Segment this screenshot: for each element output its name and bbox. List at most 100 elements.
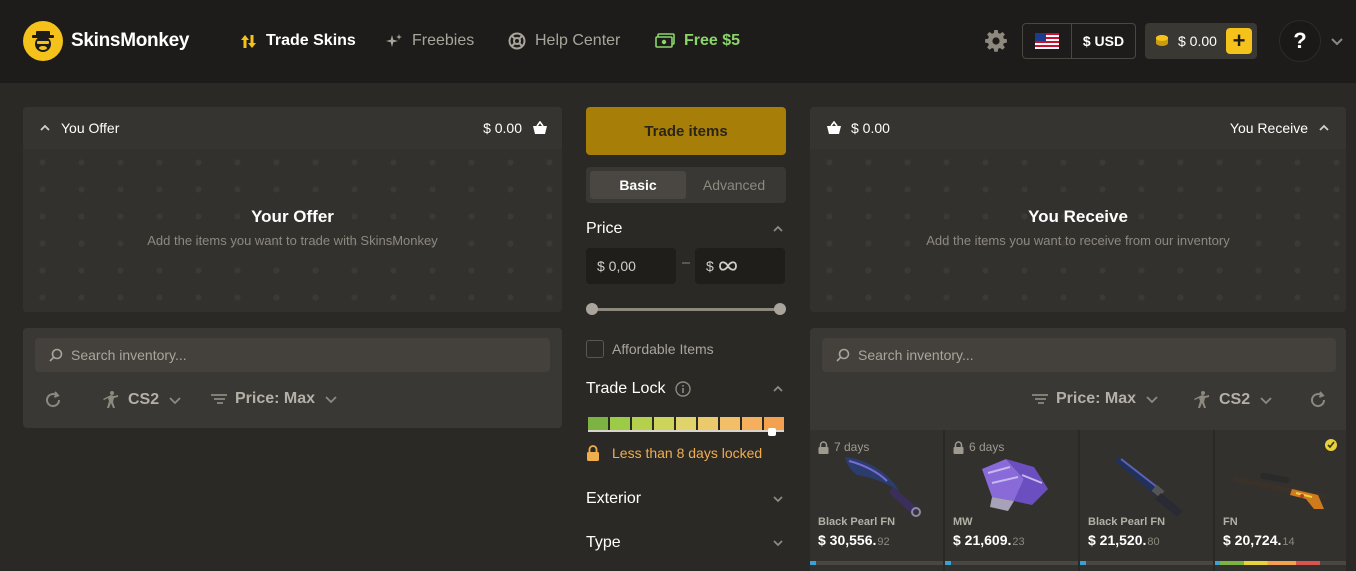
chevron-up-icon [773,225,783,232]
item-price-cents: 23 [1012,536,1025,548]
item-wear: MW [953,516,973,528]
help-button[interactable]: ? [1279,20,1321,62]
chevron-up-icon [773,385,783,392]
item-float-bar [1080,561,1213,565]
trade-lock-segment[interactable] [632,417,652,430]
cash-icon [655,33,675,48]
price-min-value: $ 0,00 [597,258,636,274]
price-section-title: Price [586,220,623,237]
item-price: $ 30,556.92 [818,532,890,548]
item-price-cents: 14 [1282,536,1295,548]
price-range-max-handle[interactable] [774,303,786,315]
nav-help-center[interactable]: Help Center [508,30,620,52]
item-wear: FN [1223,516,1238,528]
trade-lock-message: Less than 8 days locked [586,445,762,461]
item-price-cents: 92 [877,536,890,548]
brand-name: SkinsMonkey [71,30,190,51]
trade-lock-scale[interactable] [588,417,784,432]
trade-lock-message-text: Less than 8 days locked [612,445,763,461]
affordable-items-checkbox[interactable] [586,340,604,358]
trade-lock-handle[interactable] [768,428,776,436]
item-card[interactable]: 6 days MW $ 21,609.23 [945,430,1078,571]
trade-lock-segment[interactable] [654,417,674,430]
nav-freebies[interactable]: Freebies [386,30,474,52]
user-game-filter-label: CS2 [128,391,160,408]
info-icon[interactable] [675,381,692,397]
balance-widget[interactable]: $ 0.00 + [1145,23,1257,59]
item-float-bar [945,561,1078,565]
brand-logo[interactable]: SkinsMonkey [23,21,189,61]
filter-mode-toggle: Basic Advanced [586,167,786,203]
trade-lock-segment[interactable] [720,417,740,430]
type-section-header[interactable]: Type [586,534,786,552]
soldier-icon [1194,391,1209,408]
site-inventory-search-input[interactable] [858,347,1158,363]
you-receive-header[interactable]: $ 0.00 You Receive [810,107,1346,149]
search-icon [49,348,63,362]
bayonet-knife-icon [1080,444,1213,524]
item-price-main: $ 21,520. [1088,532,1147,548]
item-card[interactable]: FN $ 20,724.14 [1215,430,1346,571]
item-card[interactable]: 7 days Black Pearl FN $ 30,556.92 [810,430,943,571]
price-range-min-handle[interactable] [586,303,598,315]
site-game-filter[interactable]: CS2 [1191,390,1272,410]
nav-free-5[interactable]: Free $5 [655,30,740,52]
basket-icon [533,121,547,134]
chevron-down-icon[interactable] [1330,34,1344,48]
item-price-main: $ 30,556. [818,532,877,548]
soldier-icon [103,391,118,408]
exterior-title: Exterior [586,490,642,507]
currency-selector[interactable]: $ USD [1022,23,1136,59]
user-inventory-search[interactable] [35,338,550,372]
chevron-down-icon [773,540,783,547]
tab-advanced[interactable]: Advanced [686,171,782,199]
user-price-sort[interactable]: Price: Max [211,390,337,408]
monkey-logo-icon [23,21,63,61]
user-price-sort-label: Price: Max [235,390,316,407]
gear-icon[interactable] [984,29,1008,53]
add-funds-button[interactable]: + [1226,28,1252,54]
trade-lock-segment[interactable] [588,417,608,430]
you-receive-empty-subtitle: Add the items you want to receive from o… [926,233,1230,248]
item-price-main: $ 21,609. [953,532,1012,548]
chevron-up-icon [40,124,50,131]
trade-lock-segment[interactable] [610,417,630,430]
site-price-sort[interactable]: Price: Max [1032,390,1158,408]
trade-items-button[interactable]: Trade items [586,107,786,155]
chevron-down-icon [773,496,783,503]
refresh-icon[interactable] [44,391,62,409]
price-max-prefix: $ [706,258,714,274]
karambit-knife-icon [810,444,943,524]
you-receive-empty-state: You Receive Add the items you want to re… [810,149,1346,312]
you-receive-amount: $ 0.00 [851,120,890,136]
user-inventory-panel: CS2 Price: Max [23,328,562,428]
lifebuoy-icon [508,32,526,50]
user-inventory-search-input[interactable] [71,347,371,363]
sort-lines-icon [211,394,227,404]
search-icon [836,348,850,362]
tab-basic[interactable]: Basic [590,171,686,199]
you-offer-header[interactable]: You Offer $ 0.00 [23,107,562,149]
lock-icon [587,445,599,461]
price-max-input[interactable]: $ [695,248,785,284]
trade-lock-segment[interactable] [676,417,696,430]
item-wear: Black Pearl FN [818,516,896,528]
nav-freebies-label: Freebies [412,32,475,49]
price-min-input[interactable]: $ 0,00 [586,248,676,284]
refresh-icon[interactable] [1309,391,1327,409]
trade-lock-section-header[interactable]: Trade Lock [586,380,786,398]
trade-lock-segment[interactable] [698,417,718,430]
infinity-icon [718,261,737,271]
you-receive-panel: $ 0.00 You Receive You Receive Add the i… [810,107,1346,312]
nav-trade-skins[interactable]: Trade Skins [240,30,356,52]
price-section-header[interactable]: Price [586,220,786,238]
exterior-section-header[interactable]: Exterior [586,490,786,508]
site-inventory-search[interactable] [822,338,1336,372]
price-range-track[interactable] [592,308,780,311]
affordable-items-label: Affordable Items [612,341,714,357]
item-card[interactable]: Black Pearl FN $ 21,520.80 [1080,430,1213,571]
price-range-dash [682,262,690,264]
user-game-filter[interactable]: CS2 [100,390,181,410]
trade-lock-segment[interactable] [742,417,762,430]
item-price: $ 20,724.14 [1223,532,1295,548]
